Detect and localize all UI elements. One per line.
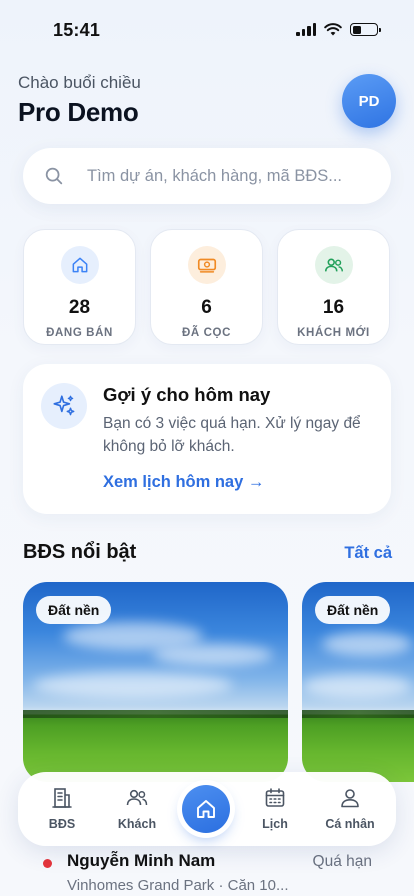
money-icon — [187, 246, 226, 284]
status-text: Quá hạn — [312, 853, 372, 870]
search-icon — [45, 167, 63, 185]
home-icon — [197, 800, 215, 818]
see-all-link[interactable]: Tất cả — [344, 544, 392, 563]
cloud — [153, 644, 273, 666]
nav-item-customers[interactable]: Khách — [102, 786, 172, 831]
stat-value: 28 — [68, 297, 91, 318]
stat-label: ĐANG BÁN — [46, 327, 113, 339]
suggestion-text: Bạn có 3 việc quá hạn. Xử lý ngay để khô… — [103, 415, 361, 455]
nav-label: Khách — [117, 817, 157, 831]
nav-label: Cá nhân — [325, 817, 375, 831]
greeting-text: Chào buổi chiều — [18, 73, 141, 92]
wifi-icon — [324, 23, 342, 36]
status-time: 15:41 — [53, 20, 101, 40]
treeline — [302, 710, 414, 718]
view-schedule-link[interactable]: Xem lịch hôm nay → — [103, 473, 264, 492]
property-tag: Đất nền — [36, 596, 112, 624]
nav-item-bds[interactable]: BĐS — [27, 786, 97, 831]
nav-label: Lịch — [262, 817, 288, 831]
property-card[interactable]: Đất nền — [302, 582, 414, 782]
search-placeholder: Tìm dự án, khách hàng, mã BĐS... — [87, 166, 342, 185]
bottom-nav: BĐS Khách Lịch Cá nhân — [18, 772, 396, 846]
user-icon — [341, 789, 359, 808]
cloud — [302, 674, 412, 698]
nav-home-button[interactable] — [182, 785, 230, 833]
battery-icon — [350, 23, 381, 36]
stat-card-new-customers[interactable]: 16 KHÁCH MỚI — [277, 229, 390, 345]
sparkle-icon — [41, 383, 87, 429]
calendar-icon — [265, 788, 285, 807]
suggestion-title: Gợi ý cho hôm nay — [103, 384, 271, 405]
nav-item-calendar[interactable]: Lịch — [240, 786, 310, 831]
building-icon — [52, 788, 72, 808]
stat-label: KHÁCH MỚI — [297, 327, 370, 339]
nav-item-profile[interactable]: Cá nhân — [315, 786, 385, 831]
stat-card-selling[interactable]: 28 ĐANG BÁN — [23, 229, 136, 345]
customer-name: Nguyễn Minh Nam — [67, 851, 216, 870]
users-icon — [126, 789, 148, 806]
nav-label: BĐS — [48, 817, 76, 831]
cloud — [322, 632, 412, 656]
suggestion-card: Gợi ý cho hôm nay Bạn có 3 việc quá hạn.… — [23, 364, 391, 514]
stat-card-deposited[interactable]: 6 ĐÃ CỌC — [150, 229, 263, 345]
treeline — [23, 710, 288, 718]
list-item[interactable]: Nguyễn Minh Nam Quá hạn Vinhomes Grand P… — [0, 842, 414, 896]
user-name: Pro Demo — [18, 97, 139, 127]
stat-label: ĐÃ CỌC — [182, 327, 231, 339]
status-bar: 15:41 — [0, 0, 414, 58]
status-icons — [296, 23, 381, 36]
property-tag: Đất nền — [315, 596, 391, 624]
search-input[interactable]: Tìm dự án, khách hàng, mã BĐS... — [23, 148, 391, 204]
users-icon — [314, 246, 353, 284]
cloud — [33, 672, 233, 698]
signal-icon — [296, 23, 316, 36]
stat-value: 16 — [322, 297, 345, 318]
list-subtitle: Vinhomes Grand Park · Căn 10... — [67, 877, 289, 894]
home-icon — [60, 246, 99, 284]
featured-title: BĐS nổi bật — [23, 541, 137, 563]
overdue-dot — [43, 859, 52, 868]
stat-value: 6 — [201, 297, 212, 318]
property-card[interactable]: Đất nền — [23, 582, 288, 782]
avatar[interactable]: PD — [342, 74, 396, 128]
